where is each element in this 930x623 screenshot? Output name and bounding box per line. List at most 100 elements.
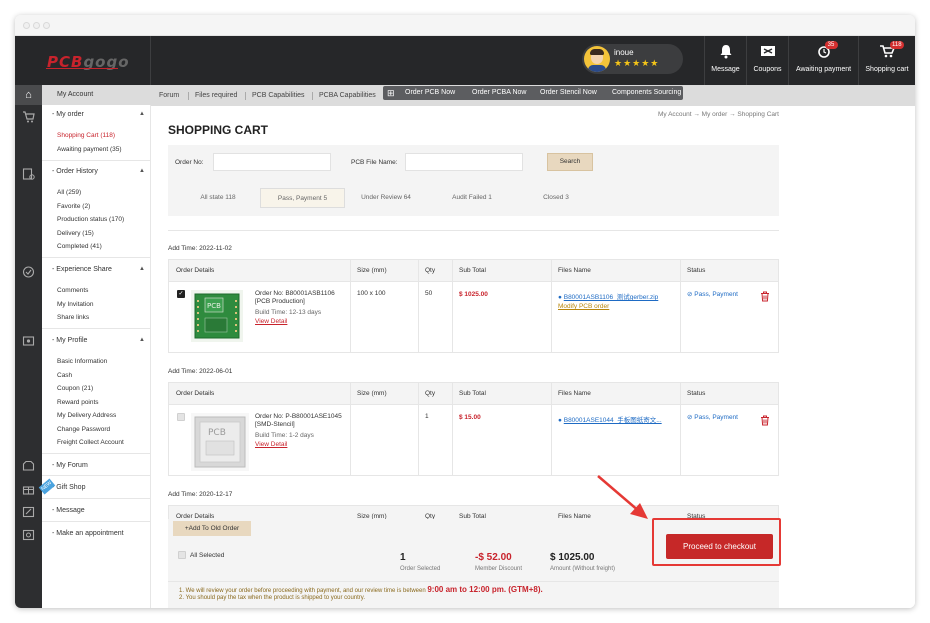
sidebar-item-comments[interactable]: Comments <box>57 287 88 294</box>
tab-audit-failed[interactable]: Audit Failed 1 <box>446 188 498 208</box>
sidebar-item-delivery-address[interactable]: My Delivery Address <box>57 412 116 419</box>
sidebar-item-basic-information[interactable]: Basic Information <box>57 358 107 365</box>
tab-closed[interactable]: Closed 3 <box>536 188 576 208</box>
nav-order-stencil[interactable]: Order Stencil Now <box>540 86 597 100</box>
message-rail-icon[interactable] <box>22 506 35 518</box>
sidebar-section-my-order[interactable]: - My order ▲ <box>42 111 151 118</box>
view-detail-link[interactable]: View Detail <box>255 318 287 325</box>
member-discount: -$ 52.00 <box>475 552 512 563</box>
qty-value: 50 <box>425 290 433 297</box>
user-menu[interactable]: inoue ★★★★★ <box>582 44 683 74</box>
close-dot[interactable] <box>23 22 30 29</box>
zoom-dot[interactable] <box>43 22 50 29</box>
sidebar-item-all[interactable]: All (259) <box>57 189 81 196</box>
sidebar-item-production-status[interactable]: Production status (170) <box>57 216 124 223</box>
nav-order-pcba[interactable]: Order PCBA Now <box>472 86 526 100</box>
awaiting-badge: 35 <box>824 41 838 49</box>
sidebar-section-appointment[interactable]: - Make an appointment <box>42 530 151 537</box>
sidebar-item-delivery[interactable]: Delivery (15) <box>57 230 94 237</box>
user-name: inoue <box>614 48 634 57</box>
size-value: 100 x 100 <box>357 290 386 297</box>
home-icon[interactable]: ⌂ <box>15 85 42 105</box>
awaiting-payment-link[interactable]: 35 Awaiting payment <box>788 36 858 85</box>
gift-rail-icon[interactable] <box>22 483 35 495</box>
tab-pass-payment[interactable]: Pass, Payment 5 <box>260 188 345 208</box>
nav-forum[interactable]: Forum <box>159 85 179 106</box>
order-no-input[interactable] <box>213 153 331 171</box>
svg-text:PCB: PCB <box>207 302 221 310</box>
cart-badge: 118 <box>890 41 904 49</box>
member-discount-label: Member Discount <box>475 566 523 572</box>
minimize-dot[interactable] <box>33 22 40 29</box>
file-link[interactable]: ● B80001ASE1044_手板图纸寄文... <box>558 414 662 424</box>
avatar <box>584 46 610 72</box>
pcb-image[interactable]: PCB <box>191 290 243 342</box>
history-rail-icon[interactable] <box>22 168 35 180</box>
sidebar-section-my-forum[interactable]: - My Forum <box>42 462 151 469</box>
nav-files-required[interactable]: Files required <box>195 85 237 106</box>
select-all-checkbox[interactable] <box>178 551 186 559</box>
order-no: Order No: P-B80001ASE1045 [SMD-Stencil] <box>255 413 342 428</box>
share-rail-icon[interactable] <box>22 266 35 278</box>
cart-icon: 118 <box>877 41 904 60</box>
sidebar-section-message[interactable]: - Message <box>42 507 151 514</box>
amount-label: Amount (Without freight) <box>550 566 616 572</box>
order-table: Order Details Size (mm) Qty Sub Total Fi… <box>168 382 779 476</box>
check-circle-icon: ⊘ <box>687 291 693 298</box>
tab-under-review[interactable]: Under Review 64 <box>356 188 416 208</box>
search-button[interactable]: Search <box>547 153 593 171</box>
trash-icon[interactable] <box>760 291 770 302</box>
sidebar-item-freight-collect[interactable]: Freight Collect Account <box>57 439 124 446</box>
shopping-cart-link[interactable]: 118 Shopping cart <box>858 36 915 85</box>
sidebar-item-change-password[interactable]: Change Password <box>57 426 110 433</box>
new-tag: NEW <box>38 478 56 495</box>
breadcrumb[interactable]: My Account → My order → Shopping Cart <box>658 111 779 118</box>
sidebar-item-favorite[interactable]: Favorite (2) <box>57 203 90 210</box>
stencil-image[interactable]: PCB <box>191 413 249 471</box>
row-checkbox[interactable] <box>177 413 185 421</box>
forum-rail-icon[interactable] <box>22 460 35 472</box>
file-name-input[interactable] <box>405 153 523 171</box>
sidebar-item-completed[interactable]: Completed (41) <box>57 243 102 250</box>
trash-icon[interactable] <box>760 415 770 426</box>
payment-icon: 35 <box>814 41 838 60</box>
profile-rail-icon[interactable] <box>22 335 35 347</box>
cart-rail-icon[interactable] <box>22 111 35 123</box>
nav-pcba-capabilities[interactable]: PCBA Capabilities <box>319 85 376 106</box>
subtotal-value: $ 15.00 <box>459 414 481 421</box>
review-note: 1. We will review your order before proc… <box>179 585 543 594</box>
chevron-up-icon: ▲ <box>139 266 145 272</box>
sidebar-item-awaiting-payment[interactable]: Awaiting payment (35) <box>57 146 122 153</box>
sidebar-my-account[interactable]: My Account <box>42 85 151 105</box>
check-circle-icon: ⊘ <box>687 414 693 421</box>
sidebar-section-order-history[interactable]: - Order History ▲ <box>42 168 151 175</box>
window-titlebar <box>15 15 915 36</box>
appointment-rail-icon[interactable] <box>22 529 35 541</box>
bell-icon <box>716 44 736 60</box>
coupons-link[interactable]: Coupons <box>746 36 788 85</box>
nav-pcb-capabilities[interactable]: PCB Capabilities <box>252 85 305 106</box>
tab-all-state[interactable]: All state 118 <box>190 188 246 208</box>
sidebar-item-coupon[interactable]: Coupon (21) <box>57 385 93 392</box>
modify-pcb-order-link[interactable]: Modify PCB order <box>558 303 609 310</box>
sidebar-item-share-links[interactable]: Share links <box>57 314 89 321</box>
message-link[interactable]: Message <box>704 36 746 85</box>
nav-order-pcb[interactable]: Order PCB Now <box>405 86 455 100</box>
sidebar-item-reward-points[interactable]: Reward points <box>57 399 99 406</box>
order-no-label: Order No: <box>175 159 204 166</box>
sidebar-section-my-profile[interactable]: - My Profile ▲ <box>42 337 151 344</box>
sidebar-section-experience-share[interactable]: - Experience Share ▲ <box>42 266 151 273</box>
view-detail-link[interactable]: View Detail <box>255 441 287 448</box>
row-checkbox[interactable]: ✓ <box>177 290 185 298</box>
build-time: Build Time: 1-2 days <box>255 432 314 439</box>
add-to-old-order-button[interactable]: +Add To Old Order <box>173 521 251 536</box>
sidebar-item-cash[interactable]: Cash <box>57 372 72 379</box>
sidebar-item-my-invitation[interactable]: My Invitation <box>57 301 94 308</box>
proceed-to-checkout-button[interactable]: Proceed to checkout <box>666 534 773 559</box>
file-link[interactable]: ● B80001ASB1106_测试gerber.zip <box>558 291 658 301</box>
sidebar-section-gift-shop[interactable]: NEW - Gift Shop <box>38 478 151 495</box>
order-no: Order No: B80001ASB1106 [PCB Production] <box>255 290 335 305</box>
table-header: Order Details Size (mm) Qty Sub Total Fi… <box>169 260 778 281</box>
nav-components-sourcing[interactable]: Components Sourcing <box>612 86 681 100</box>
sidebar-item-shopping-cart[interactable]: Shopping Cart (118) <box>57 132 115 139</box>
